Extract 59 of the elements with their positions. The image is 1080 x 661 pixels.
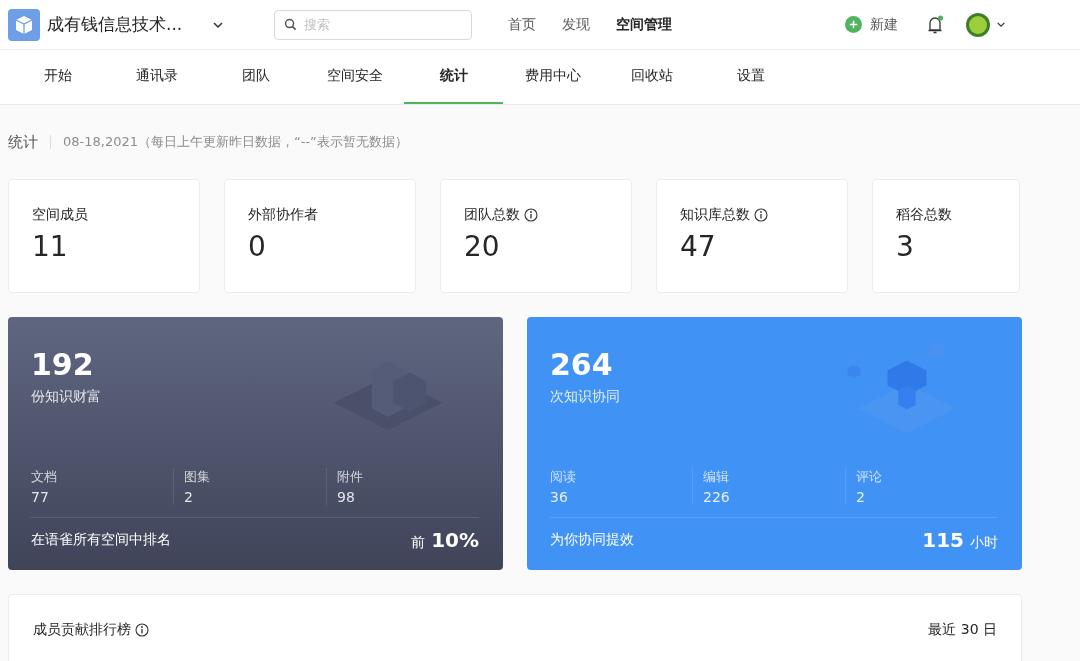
metric-label: 编辑 [703,468,730,486]
tab[interactable]: 空间安全 [305,50,404,104]
metric-label: 评论 [856,468,883,486]
avatar-icon[interactable] [966,12,990,37]
info-icon[interactable] [135,623,149,637]
chevron-down-icon[interactable] [996,21,1006,28]
metric-label: 附件 [337,468,364,486]
nav-link[interactable]: 发现 [562,15,590,34]
nav-link[interactable]: 空间管理 [616,15,672,34]
footer-label: 为你协同提效 [550,531,634,549]
stat-label: 团队总数 [464,206,520,224]
tab[interactable]: 通讯录 [107,50,206,104]
bell-icon[interactable] [926,14,944,35]
cube-logo-icon [8,8,40,41]
metric-label: 文档 [31,468,58,486]
tab[interactable]: 团队 [206,50,305,104]
tab[interactable]: 开始 [8,50,107,104]
period-selector[interactable]: 最近 30 日 [928,621,997,639]
tab[interactable]: 设置 [701,50,800,104]
search-field[interactable]: 搜索 [274,9,472,40]
page-subtitle: 08-18,2021（每日上午更新昨日数据，“--”表示暂无数据） [63,133,408,151]
summary-caption: 份知识财富 [31,388,102,406]
new-button[interactable]: 新建 [845,15,898,34]
stat-value: 3 [896,230,915,263]
stat-value: 20 [464,230,501,263]
footer-prefix: 前 [411,534,426,552]
summary-value: 192 [31,347,95,382]
footer-label: 在语雀所有空间中排名 [31,531,171,549]
footer-value: 115 [922,528,964,552]
footer-value: 10% [431,528,479,552]
tab[interactable]: 回收站 [602,50,701,104]
space-name[interactable]: 成有钱信息技术... [47,13,183,36]
stat-value: 0 [248,230,267,263]
metric-label: 图集 [184,468,211,486]
metric-value: 98 [337,489,356,505]
metric-value: 2 [856,489,866,505]
tab[interactable]: 费用中心 [503,50,602,104]
stat-label: 空间成员 [32,206,88,224]
info-icon[interactable] [754,208,768,222]
chevron-down-icon[interactable] [212,20,225,29]
ranking-title: 成员贡献排行榜 [33,621,131,639]
summary-value: 264 [550,347,614,382]
metric-value: 77 [31,489,50,505]
nav-link[interactable]: 首页 [508,15,536,34]
tab[interactable]: 统计 [404,50,503,104]
stat-label: 稻谷总数 [896,206,952,224]
footer-unit: 小时 [970,534,998,552]
stat-value: 47 [680,230,717,263]
metric-value: 226 [703,489,731,505]
stat-label: 知识库总数 [680,206,750,224]
info-icon[interactable] [524,208,538,222]
stat-label: 外部协作者 [248,206,318,224]
plus-icon [845,16,862,33]
summary-caption: 次知识协同 [550,388,621,406]
metric-value: 36 [550,489,569,505]
page-title: 统计 [8,135,51,149]
metric-value: 2 [184,489,194,505]
metric-label: 阅读 [550,468,577,486]
stat-value: 11 [32,230,69,263]
